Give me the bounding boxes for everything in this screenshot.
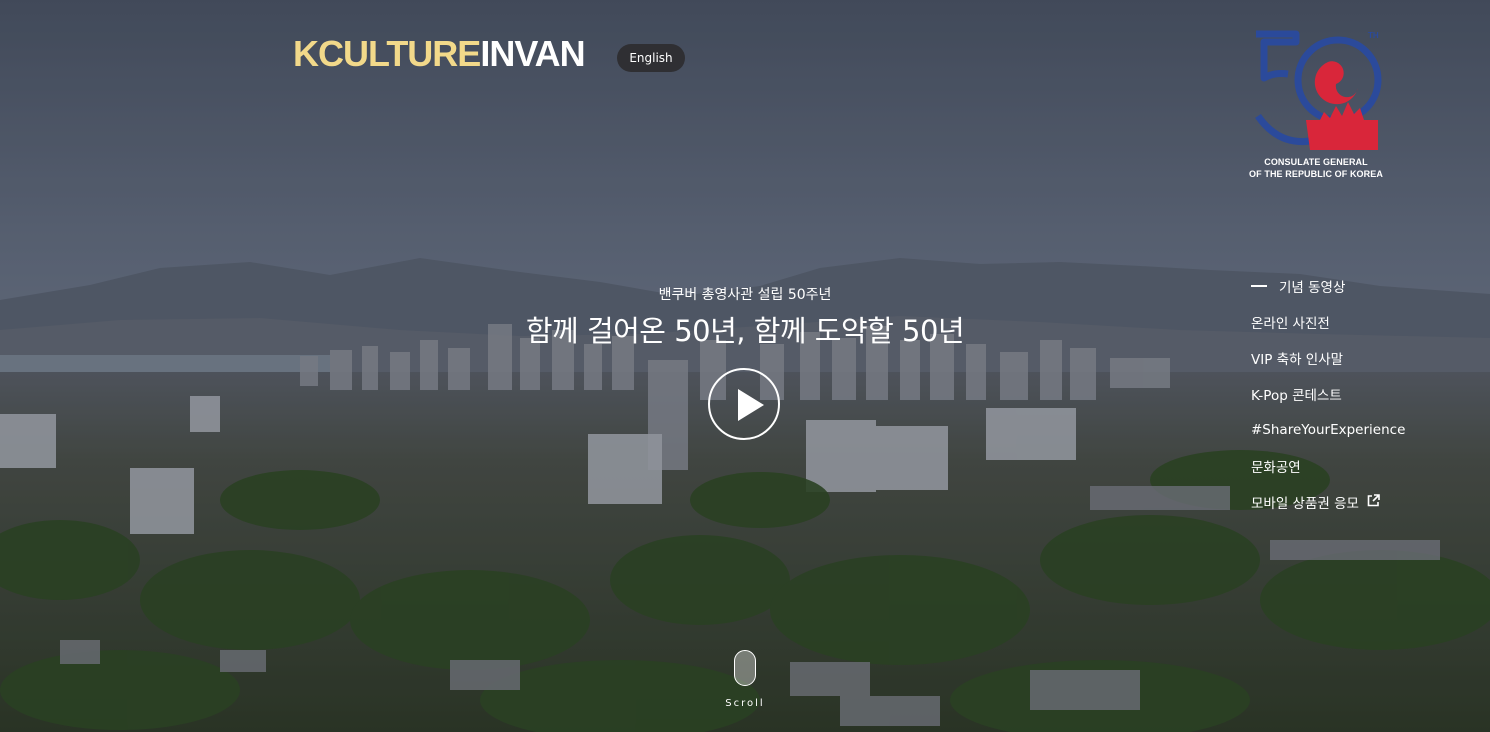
caption-line-1: CONSULATE GENERAL — [1264, 157, 1368, 167]
nav-item-vip-greetings[interactable]: VIP 축하 인사말 — [1251, 340, 1405, 376]
nav-item-cultural-performance[interactable]: 문화공연 — [1251, 448, 1405, 484]
nav-item-commemorative-video[interactable]: 기념 동영상 — [1251, 268, 1405, 304]
nav-item-online-photo-exhibition[interactable]: 온라인 사진전 — [1251, 304, 1405, 340]
nav-item-share-your-experience[interactable]: #ShareYourExperience — [1251, 412, 1405, 448]
logo-text-kculture: KCULTURE — [293, 33, 481, 74]
scroll-label: Scroll — [725, 698, 765, 709]
nav-item-label: 문화공연 — [1251, 460, 1301, 476]
nav-item-label: 기념 동영상 — [1279, 280, 1346, 296]
consulate-caption: CONSULATE GENERAL OF THE REPUBLIC OF KOR… — [1240, 156, 1392, 180]
nav-item-label: K-Pop 콘테스트 — [1251, 388, 1342, 404]
nav-item-label: #ShareYourExperience — [1251, 422, 1406, 438]
nav-item-label: 온라인 사진전 — [1251, 316, 1330, 332]
logo-text-invan: INVAN — [480, 33, 585, 74]
nav-item-mobile-voucher[interactable]: 모바일 상품권 응모 — [1251, 484, 1405, 520]
play-icon — [738, 389, 764, 421]
side-navigation: 기념 동영상 온라인 사진전 VIP 축하 인사말 K-Pop 콘테스트 #Sh… — [1251, 268, 1405, 520]
language-toggle-button[interactable]: English — [617, 44, 685, 72]
nav-item-kpop-contest[interactable]: K-Pop 콘테스트 — [1251, 376, 1405, 412]
active-indicator-dash — [1251, 285, 1267, 287]
scroll-mouse-icon[interactable] — [734, 650, 756, 686]
fifty-anniversary-mark-icon: TH — [1255, 30, 1382, 150]
caption-line-2: OF THE REPUBLIC OF KOREA — [1249, 169, 1383, 179]
site-logo[interactable]: KCULTUREINVAN — [293, 33, 586, 74]
nav-item-label: VIP 축하 인사말 — [1251, 352, 1344, 368]
nav-item-label: 모바일 상품권 응모 — [1251, 496, 1359, 512]
superscript-th: TH — [1368, 31, 1379, 40]
external-link-icon — [1367, 493, 1380, 511]
play-video-button[interactable] — [708, 368, 780, 440]
